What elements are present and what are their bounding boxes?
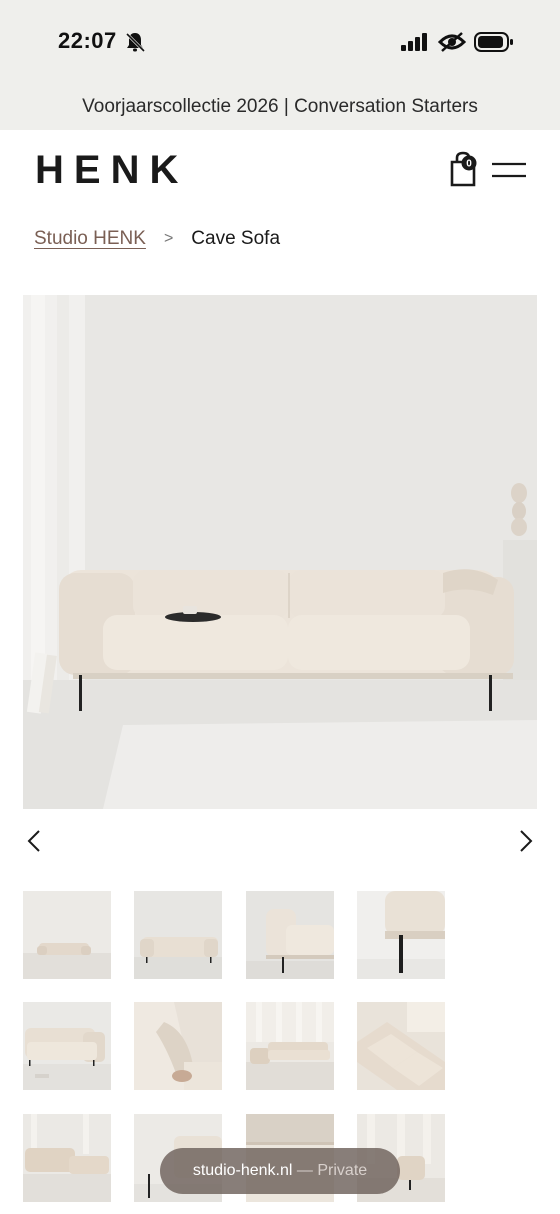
browser-url-pill[interactable]: studio-henk.nl — Private [160, 1148, 400, 1194]
url-domain: studio-henk.nl [192, 1162, 293, 1179]
thumbnail-2[interactable] [134, 891, 222, 979]
site-header: HENK 0 [0, 130, 560, 214]
signal-icon [401, 33, 427, 51]
thumbnail-3[interactable] [246, 891, 334, 979]
private-mode-label: Private [317, 1162, 368, 1179]
product-hero-image[interactable] [23, 295, 537, 809]
menu-button[interactable] [490, 156, 528, 184]
bell-muted-icon [125, 32, 146, 53]
thumbnail-8[interactable] [357, 1002, 445, 1090]
thumbnail-image [246, 1002, 334, 1090]
logo[interactable]: HENK [35, 148, 188, 193]
breadcrumb-separator: > [163, 230, 174, 247]
cart-icon: 0 [450, 151, 477, 187]
breadcrumb: Studio HENK > Cave Sofa [34, 228, 280, 250]
breadcrumb-link-studio-henk[interactable]: Studio HENK [34, 228, 146, 250]
thumbnail-4[interactable] [357, 891, 445, 979]
thumbnail-image [23, 1002, 111, 1090]
thumbnail-image [23, 1114, 111, 1202]
battery-icon [474, 32, 513, 52]
thumbnail-image [357, 1002, 445, 1090]
cart-button[interactable]: 0 [446, 150, 480, 188]
thumbnail-image [134, 891, 222, 979]
thumbnail-9[interactable] [23, 1114, 111, 1202]
thumbnail-image [134, 1002, 222, 1090]
focus-icon [438, 32, 466, 52]
menu-icon [492, 162, 526, 178]
thumbnail-image [357, 891, 445, 979]
thumbnail-7[interactable] [246, 1002, 334, 1090]
chevron-right-icon[interactable] [510, 826, 540, 856]
thumbnail-6[interactable] [134, 1002, 222, 1090]
thumbnail-image [23, 891, 111, 979]
top-zone: 22:07 Voorjaarscollectie 2026 | Conversa… [0, 0, 560, 130]
promo-banner[interactable]: Voorjaarscollectie 2026 | Conversation S… [0, 84, 560, 130]
status-bar: 22:07 [0, 0, 560, 84]
thumbnail-5[interactable] [23, 1002, 111, 1090]
thumbnail-1[interactable] [23, 891, 111, 979]
chevron-left-icon[interactable] [20, 826, 50, 856]
sofa-photo [23, 295, 537, 809]
breadcrumb-current: Cave Sofa [191, 228, 281, 249]
url-separator: — [296, 1162, 313, 1179]
cart-badge: 0 [466, 159, 472, 170]
thumbnail-image [246, 891, 334, 979]
status-time: 22:07 [58, 28, 117, 53]
